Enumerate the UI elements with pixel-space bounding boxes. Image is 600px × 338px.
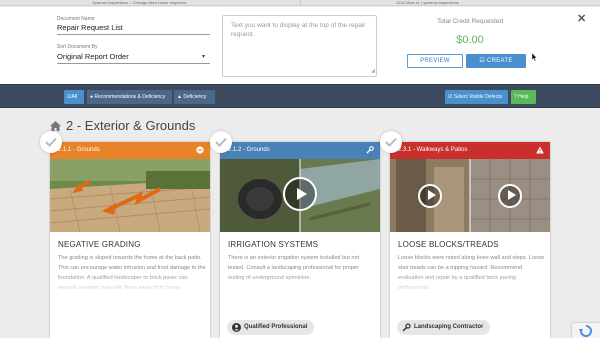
user-icon	[232, 323, 241, 332]
browser-tab-2[interactable]: 1234 Main st. | sparrow-inspections	[396, 0, 526, 6]
card-header: 2.1.1 - Grounds	[50, 142, 210, 159]
filter-recommendations-label: Recommendations & Deficiency	[94, 94, 166, 100]
checkmark-icon	[215, 137, 227, 147]
section-title: 2 - Exterior & Grounds	[66, 118, 196, 133]
play-icon[interactable]	[498, 184, 522, 208]
irrigation-photo[interactable]	[220, 159, 380, 232]
text-fade-overlay	[390, 273, 550, 295]
card-title: NEGATIVE GRADING	[58, 240, 141, 249]
intro-text-area[interactable]: Text you want to display at the top of t…	[222, 15, 377, 77]
card-header: 2.3.1 - Walkways & Patios	[390, 142, 550, 159]
sort-by-label: Sort Document By	[57, 44, 98, 50]
deficiency-card[interactable]: 2.1.1 - Grounds NEGATIVE GRADING The gra…	[50, 142, 210, 338]
checkmark-icon	[385, 137, 397, 147]
tool-icon	[402, 323, 411, 332]
info-circle-icon: ●	[90, 94, 94, 100]
card-title: IRRIGATION SYSTEMS	[228, 240, 319, 249]
document-name-input[interactable]: Repair Request List	[57, 23, 123, 32]
wrench-icon[interactable]	[366, 146, 374, 154]
filter-deficiency-button[interactable]: ▲ Deficiency	[174, 90, 215, 104]
repair-request-form: Document Name Repair Request List Sort D…	[0, 7, 600, 84]
check-square-icon: ☑	[479, 58, 485, 64]
document-name-label: Document Name	[57, 16, 95, 22]
minus-circle-icon[interactable]	[196, 146, 204, 154]
professional-badge: Qualified Professional	[227, 320, 315, 335]
select-visible-defects-button[interactable]: ☑ Select Visible Defects	[445, 90, 508, 104]
play-icon[interactable]	[418, 184, 442, 208]
professional-label: Landscaping Contractor	[414, 324, 484, 330]
help-label: Help	[518, 94, 529, 100]
recaptcha-badge-icon[interactable]	[572, 323, 600, 338]
card-header-label: 2.1.1 - Grounds	[58, 147, 100, 153]
warning-icon: ▲	[177, 94, 182, 100]
professional-label: Qualified Professional	[244, 324, 308, 330]
walkway-photo[interactable]	[390, 159, 550, 232]
filter-deficiency-label: Deficiency	[183, 94, 207, 100]
close-icon[interactable]: ✕	[577, 12, 586, 25]
deficiency-card[interactable]: 2.1.2 - Grounds IRRIGATION SYSTEMS There…	[220, 142, 380, 338]
select-card-checkbox[interactable]	[210, 131, 232, 153]
intro-text-placeholder: Text you want to display at the top of t…	[231, 22, 366, 38]
tab-separator	[300, 0, 301, 6]
patio-photo[interactable]	[50, 159, 210, 232]
home-icon	[50, 121, 61, 131]
select-card-checkbox[interactable]	[40, 131, 62, 153]
chevron-down-icon[interactable]: ▾	[202, 53, 205, 60]
professional-badge: Landscaping Contractor	[397, 320, 491, 335]
document-name-underline	[57, 34, 210, 35]
total-credit-label: Total Credit Requested	[436, 18, 504, 25]
card-title: LOOSE BLOCKS/TREADS	[398, 240, 499, 249]
play-icon[interactable]	[283, 177, 317, 211]
deficiency-card[interactable]: 2.3.1 - Walkways & Patios LOOSE BLOCKS/T…	[390, 142, 550, 338]
filter-all-button[interactable]: ☑All	[64, 90, 84, 104]
question-circle-icon: ?	[514, 94, 517, 100]
browser-tab-strip: Sparrow Inspections – Chicago Area Home …	[0, 0, 600, 6]
total-credit-value: $0.00	[456, 34, 484, 46]
text-fade-overlay	[220, 273, 380, 295]
select-visible-label: Select Visible Defects	[453, 94, 503, 100]
help-button[interactable]: ? Help	[511, 90, 536, 104]
card-header-label: 2.1.2 - Grounds	[228, 147, 270, 153]
sort-by-select[interactable]: Original Report Order	[57, 52, 129, 61]
preview-button[interactable]: PREVIEW	[407, 54, 463, 68]
text-fade-overlay	[50, 273, 210, 295]
warning-icon[interactable]	[536, 146, 544, 154]
sort-by-underline	[57, 63, 210, 64]
create-button-label: CREATE	[486, 58, 513, 64]
card-header: 2.1.2 - Grounds	[220, 142, 380, 159]
select-card-checkbox[interactable]	[380, 131, 402, 153]
filter-toolbar: ☑All ● Recommendations & Deficiency ▲ De…	[0, 84, 600, 108]
resize-handle-icon[interactable]: ◢	[371, 67, 375, 76]
browser-tab-1[interactable]: Sparrow Inspections – Chicago Area Home …	[92, 0, 222, 6]
mouse-cursor-icon	[532, 53, 537, 61]
card-header-label: 2.3.1 - Walkways & Patios	[398, 147, 468, 153]
checkmark-icon	[45, 137, 57, 147]
filter-recommendations-button[interactable]: ● Recommendations & Deficiency	[87, 90, 172, 104]
create-button[interactable]: ☑ CREATE	[466, 54, 526, 68]
filter-all-label: All	[71, 94, 78, 100]
preview-button-label: PREVIEW	[420, 58, 450, 64]
check-square-icon: ☑	[448, 94, 453, 100]
